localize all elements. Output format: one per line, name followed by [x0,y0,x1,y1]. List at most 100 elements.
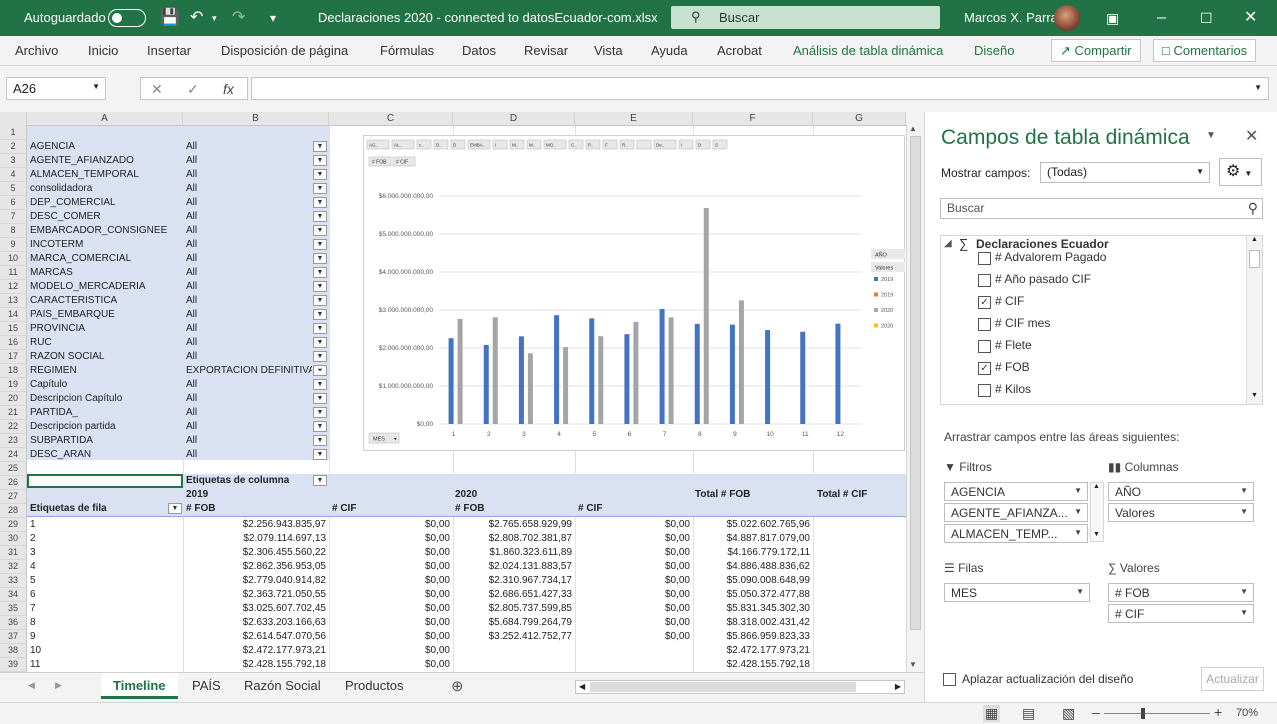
filter-dropdown-button[interactable]: ▼ [313,225,327,236]
row-header[interactable]: 20 [0,392,27,406]
row-header[interactable]: 38 [0,644,27,658]
sheet-tab-timeline[interactable]: Timeline [101,673,178,699]
pane-options-icon[interactable]: ▼ [1206,130,1216,141]
filter-dropdown-button[interactable]: ▼ [313,379,327,390]
ribbon-display-icon[interactable]: ▣ [1106,8,1119,28]
normal-view-icon[interactable]: ▦ [983,705,1001,722]
tab-acrobat[interactable]: Acrobat [717,43,762,58]
field-checkbox[interactable] [978,318,991,331]
filter-field-chip[interactable]: AGENCIA ▼ [944,482,1088,501]
row-header[interactable]: 9 [0,238,27,252]
filter-dropdown-button[interactable]: ▼ [313,281,327,292]
field-checkbox[interactable] [978,274,991,287]
filter-dropdown-button[interactable]: ▼ [313,351,327,362]
row-header[interactable]: 32 [0,560,27,574]
value-field-chip[interactable]: # FOB ▼ [1108,583,1254,602]
defer-update-checkbox[interactable] [943,673,956,686]
row-header[interactable]: 19 [0,378,27,392]
worksheet-grid[interactable]: A B C D E F G 1 2 3 4 5 6 7 8 9 10 11 12 13 14 15 16 17 1… [0,112,906,672]
field-item[interactable]: # Año pasado CIF [978,272,1091,290]
row-header[interactable]: 25 [0,462,27,476]
row-header[interactable]: 35 [0,602,27,616]
row-header[interactable]: 17 [0,350,27,364]
values-area[interactable]: ∑ Valores # FOB ▼ # CIF ▼ [1108,561,1266,651]
pivot-chart[interactable]: $0,00 $1.000.000.000,00 $2.000.000.000,00 $… [363,135,905,451]
filter-dropdown-button[interactable]: ▼ [313,449,327,460]
hscroll-thumb[interactable] [590,682,856,692]
filter-dropdown-button[interactable]: ▼ [313,253,327,264]
field-item[interactable]: ✓ # CIF [978,294,1024,312]
tab-inicio[interactable]: Inicio [88,43,118,58]
row-header[interactable]: 26 [0,476,27,490]
row-header[interactable]: 2 [0,140,27,154]
update-button[interactable]: Actualizar [1201,667,1264,691]
field-item[interactable]: # CIF mes [978,316,1050,334]
col-C[interactable]: C [329,112,453,126]
filter-dropdown-button[interactable]: ▼ [313,155,327,166]
row-header[interactable]: 4 [0,168,27,182]
field-checkbox[interactable] [978,384,991,397]
show-fields-select[interactable]: (Todas) ▼ [1040,162,1210,183]
field-item[interactable]: # Kilos [978,382,1031,400]
zoom-out-icon[interactable]: – [1092,704,1100,720]
col-D[interactable]: D [453,112,575,126]
filter-dropdown-button[interactable]: ▼ [313,239,327,250]
redo-icon[interactable]: ↷ [232,8,245,28]
col-E[interactable]: E [575,112,693,126]
filter-dropdown-button[interactable]: ▼ [313,295,327,306]
tab-diseno[interactable]: Diseño [974,43,1014,58]
comments-button[interactable]: □ Comentarios [1153,39,1257,62]
row-header[interactable]: 6 [0,196,27,210]
row-header[interactable]: 13 [0,294,27,308]
row-header[interactable]: 37 [0,630,27,644]
field-item[interactable]: # Flete [978,338,1032,356]
customize-icon[interactable]: ▾ [270,8,276,28]
row-header[interactable]: 24 [0,448,27,462]
filters-area[interactable]: ▼ Filtros AGENCIA ▼ AGENTE_AFIANZA... ▼ ALMA… [944,460,1104,550]
field-item[interactable]: # Advalorem Pagado [978,250,1106,268]
value-field-chip[interactable]: # CIF ▼ [1108,604,1254,623]
page-break-icon[interactable]: ▧ [1062,705,1075,722]
add-sheet-icon[interactable]: ⊕ [451,677,464,695]
column-field-chip[interactable]: AÑO ▼ [1108,482,1254,501]
field-item[interactable]: ✓ # FOB [978,360,1030,378]
tab-ayuda[interactable]: Ayuda [651,43,688,58]
sheet-tab-productos[interactable]: Productos [333,673,416,699]
row-header[interactable]: 7 [0,210,27,224]
filter-dropdown-button[interactable]: ▼ [313,407,327,418]
insert-function-icon[interactable]: fx [223,81,234,97]
row-header[interactable]: 22 [0,420,27,434]
row-header[interactable]: 5 [0,182,27,196]
tab-disposicion[interactable]: Disposición de página [221,43,348,58]
tab-datos[interactable]: Datos [462,43,496,58]
field-checkbox[interactable] [978,340,991,353]
filter-dropdown-button[interactable]: ▼ [313,435,327,446]
horizontal-scrollbar[interactable]: ◀ ▶ [575,680,905,694]
close-icon[interactable]: ✕ [1244,8,1257,28]
filter-dropdown-button[interactable]: ▼ [313,197,327,208]
minimize-icon[interactable]: – [1157,8,1166,28]
undo-icon[interactable]: ↶ [190,8,203,28]
vertical-scrollbar[interactable]: ▲ ▼ [906,124,924,672]
row-header[interactable]: 16 [0,336,27,350]
cancel-icon[interactable]: ✕ [151,81,163,98]
filter-field-chip[interactable]: AGENTE_AFIANZA... ▼ [944,503,1088,522]
tab-archivo[interactable]: Archivo [15,43,58,58]
sheet-tab-razon-social[interactable]: Razón Social [232,673,333,699]
field-search-input[interactable]: Buscar ⚲ [940,198,1263,219]
zoom-in-icon[interactable]: + [1214,704,1222,720]
filters-scrollbar[interactable]: ▲ ▼ [1090,482,1104,542]
field-checkbox[interactable]: ✓ [978,362,991,375]
col-G[interactable]: G [813,112,906,126]
row-header[interactable]: 18 [0,364,27,378]
row-header[interactable]: 27 [0,490,27,504]
filter-dropdown-button[interactable]: ▼ [313,211,327,222]
row-header[interactable]: 39 [0,658,27,672]
filter-dropdown-button[interactable]: ▼ [313,141,327,152]
field-list-scrollbar[interactable]: ▲ ▼ [1246,236,1262,404]
filter-dropdown-button[interactable]: ⏷ [313,365,327,376]
tab-analisis[interactable]: Análisis de tabla dinámica [793,43,943,58]
row-header[interactable]: 12 [0,280,27,294]
row-header[interactable]: 33 [0,574,27,588]
column-labels-filter[interactable]: ▼ [313,475,327,486]
